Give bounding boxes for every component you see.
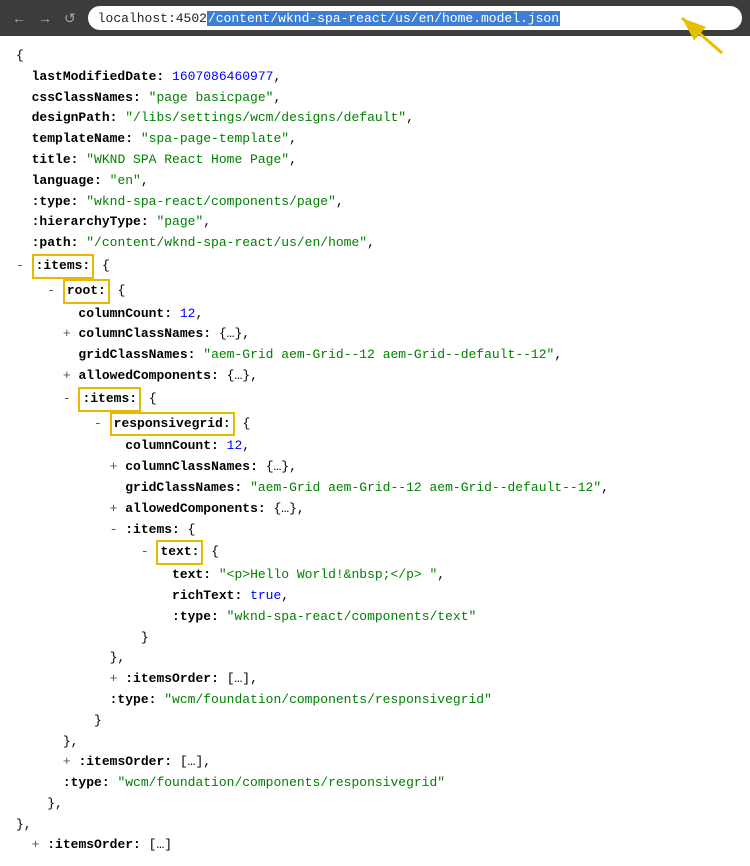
items-outer-key: :items: — [32, 254, 95, 279]
root-key: root: — [63, 279, 110, 304]
toggle-items2[interactable]: - — [110, 520, 118, 541]
line-designPath: designPath: "/libs/settings/wcm/designs/… — [16, 108, 734, 129]
line-type4: :type: "wcm/foundation/components/respon… — [16, 773, 734, 794]
line-hierarchyType: :hierarchyType: "page", — [16, 212, 734, 233]
line-lastModifiedDate: lastModifiedDate: 1607086460977, — [16, 67, 734, 88]
toggle-itemsOrder2[interactable]: + — [63, 752, 71, 773]
line-close-items-inner: }, — [16, 732, 734, 753]
json-content: { lastModifiedDate: 1607086460977, cssCl… — [0, 36, 750, 866]
back-button[interactable]: ← — [8, 8, 30, 28]
toggle-itemsOrder-inner[interactable]: + — [110, 669, 118, 690]
json-open-brace: { — [16, 46, 734, 67]
page-wrapper: ← → ↺ localhost:4502/content/wknd-spa-re… — [0, 0, 750, 866]
line-columnCount2: columnCount: 12, — [16, 436, 734, 457]
line-itemsOrder-inner: + :itemsOrder: […], — [16, 669, 734, 690]
line-title: title: "WKND SPA React Home Page", — [16, 150, 734, 171]
items-inner-key: :items: — [78, 387, 141, 412]
line-type2: :type: "wknd-spa-react/components/text" — [16, 607, 734, 628]
line-templateName: templateName: "spa-page-template", — [16, 129, 734, 150]
line-itemsOrder-outer: + :itemsOrder: […] — [16, 835, 734, 856]
browser-chrome: ← → ↺ localhost:4502/content/wknd-spa-re… — [0, 0, 750, 36]
line-responsivegrid: - responsivegrid: { — [16, 412, 734, 437]
forward-button[interactable]: → — [34, 8, 56, 28]
line-language: language: "en", — [16, 171, 734, 192]
toggle-itemsOrder-outer[interactable]: + — [32, 835, 40, 856]
line-type3: :type: "wcm/foundation/components/respon… — [16, 690, 734, 711]
line-close-responsivegrid: } — [16, 711, 734, 732]
toggle-columnClassNames2[interactable]: + — [110, 457, 118, 478]
line-richText: richText: true, — [16, 586, 734, 607]
line-close-items-outer: }, — [16, 815, 734, 836]
toggle-text[interactable]: - — [141, 542, 149, 563]
line-close-text: } — [16, 628, 734, 649]
url-text: localhost:4502/content/wknd-spa-react/us… — [98, 11, 560, 26]
toggle-allowedComponents2[interactable]: + — [110, 499, 118, 520]
line-type: :type: "wknd-spa-react/components/page", — [16, 192, 734, 213]
line-columnClassNames: + columnClassNames: {…}, — [16, 324, 734, 345]
line-text: - text: { — [16, 540, 734, 565]
line-path: :path: "/content/wknd-spa-react/us/en/ho… — [16, 233, 734, 254]
toggle-responsivegrid[interactable]: - — [94, 414, 102, 435]
toggle-items-inner[interactable]: - — [63, 389, 71, 410]
toggle-allowedComponents[interactable]: + — [63, 366, 71, 387]
line-text-inner: text: "<p>Hello World!&nbsp;</p> ", — [16, 565, 734, 586]
responsivegrid-key: responsivegrid: — [110, 412, 235, 437]
url-prefix: localhost:4502 — [98, 11, 207, 26]
nav-buttons: ← → ↺ — [8, 8, 80, 29]
line-allowedComponents2: + allowedComponents: {…}, — [16, 499, 734, 520]
line-allowedComponents: + allowedComponents: {…}, — [16, 366, 734, 387]
line-root: - root: { — [16, 279, 734, 304]
address-bar[interactable]: localhost:4502/content/wknd-spa-react/us… — [88, 6, 742, 30]
line-items-inner: - :items: { — [16, 387, 734, 412]
line-itemsOrder2: + :itemsOrder: […], — [16, 752, 734, 773]
line-columnClassNames2: + columnClassNames: {…}, — [16, 457, 734, 478]
line-close-items2: }, — [16, 648, 734, 669]
line-gridClassNames2: gridClassNames: "aem-Grid aem-Grid--12 a… — [16, 478, 734, 499]
line-items2: - :items: { — [16, 520, 734, 541]
line-gridClassNames: gridClassNames: "aem-Grid aem-Grid--12 a… — [16, 345, 734, 366]
refresh-button[interactable]: ↺ — [60, 8, 80, 29]
line-cssClassNames: cssClassNames: "page basicpage", — [16, 88, 734, 109]
text-outer-key: text: — [156, 540, 203, 565]
line-items-outer: - :items: { — [16, 254, 734, 279]
line-close-root: }, — [16, 794, 734, 815]
url-highlight: /content/wknd-spa-react/us/en/home.model… — [207, 11, 560, 26]
line-columnCount: columnCount: 12, — [16, 304, 734, 325]
toggle-items-outer[interactable]: - — [16, 256, 24, 277]
toggle-root[interactable]: - — [47, 281, 55, 302]
toggle-columnClassNames[interactable]: + — [63, 324, 71, 345]
